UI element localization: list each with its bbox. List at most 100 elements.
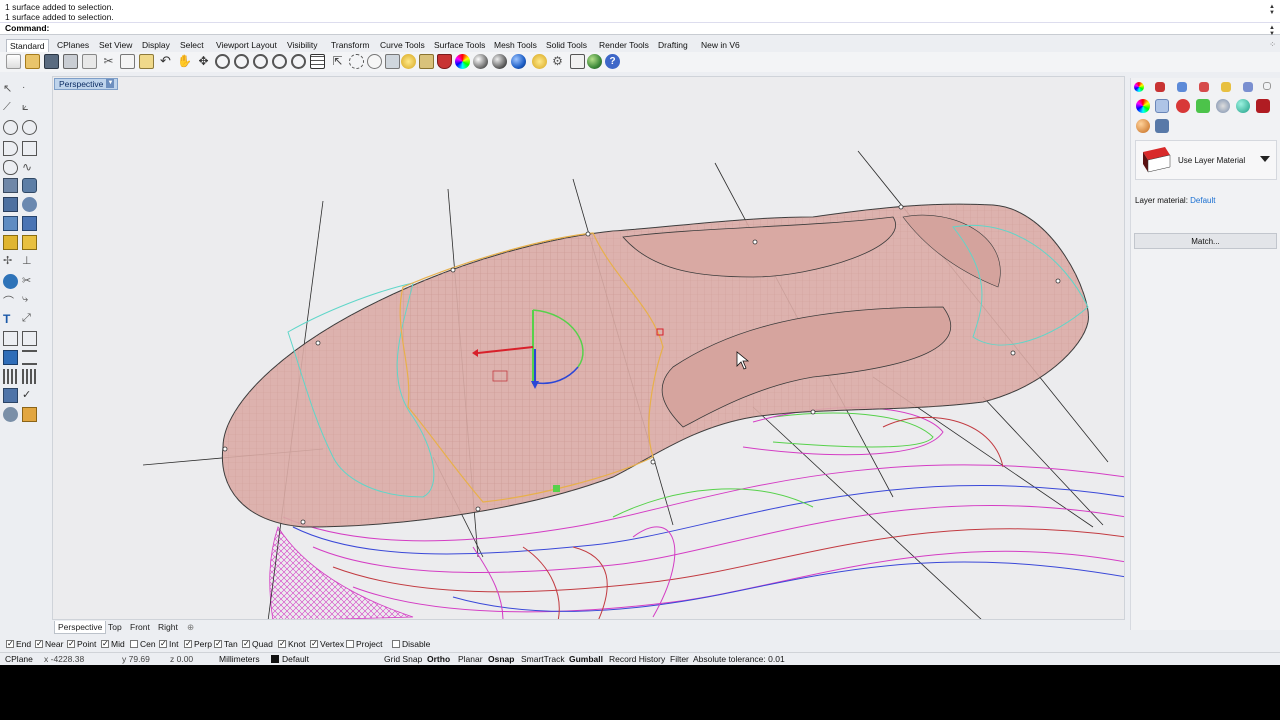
display-mode-icon[interactable] (3, 350, 18, 365)
osnap-tan[interactable]: Tan (214, 638, 238, 651)
tab-surface-tools[interactable]: Surface Tools (431, 39, 488, 52)
boolean-icon[interactable] (3, 235, 18, 250)
rotate-icon[interactable] (291, 54, 306, 69)
tab-drafting[interactable]: Drafting (655, 39, 691, 52)
tab-transform[interactable]: Transform (328, 39, 372, 52)
tab-set-view[interactable]: Set View (96, 39, 135, 52)
dimension-icon[interactable]: ⤢ (22, 312, 37, 327)
checkbox-icon[interactable] (310, 638, 318, 650)
box-icon[interactable] (3, 197, 18, 212)
undo-icon[interactable]: ↶ (158, 54, 173, 69)
checkbox-icon[interactable] (346, 640, 354, 648)
print-icon[interactable] (63, 54, 78, 69)
layer-material-link[interactable]: Default (1190, 196, 1215, 205)
tab-new-in-v6[interactable]: New in V6 (698, 39, 743, 52)
planar-toggle[interactable]: Planar (458, 654, 483, 665)
tab-curve-tools[interactable]: Curve Tools (377, 39, 428, 52)
render-tool-icon[interactable] (3, 407, 18, 422)
chevron-down-icon[interactable] (1260, 156, 1270, 162)
line-icon[interactable]: ⟋ (3, 101, 18, 116)
osnap-project[interactable]: Project (346, 638, 382, 651)
osnap-point[interactable]: Point (67, 638, 96, 651)
settings-icon[interactable]: ⚙ (550, 54, 565, 69)
perspective-viewport[interactable]: Perspective ▼ (52, 76, 1125, 620)
texture-icon[interactable] (1196, 99, 1210, 113)
grid-array-icon[interactable] (22, 369, 37, 384)
match-button[interactable]: Match... (1134, 233, 1277, 249)
checkbox-icon[interactable] (130, 640, 138, 648)
vp-tab-perspective[interactable]: Perspective (54, 621, 107, 634)
paste-icon[interactable] (139, 54, 154, 69)
tab-select[interactable]: Select (177, 39, 207, 52)
osnap-quad[interactable]: Quad (242, 638, 273, 651)
sun-icon[interactable] (1136, 119, 1150, 133)
globe-icon[interactable] (587, 54, 602, 69)
import-icon[interactable] (82, 54, 97, 69)
paint-bucket-icon[interactable] (22, 407, 37, 422)
polygon-icon[interactable] (3, 160, 18, 175)
text-icon[interactable]: T (3, 312, 18, 327)
point-icon[interactable]: · (22, 82, 37, 97)
viewport-title[interactable]: Perspective ▼ (54, 78, 119, 90)
panel-grip-icon[interactable] (1263, 82, 1271, 90)
zoom-dynamic-icon[interactable] (215, 54, 230, 69)
checkbox-icon[interactable] (159, 638, 167, 650)
checkbox-icon[interactable] (392, 640, 400, 648)
arc-icon[interactable] (3, 141, 18, 156)
analyze-icon[interactable] (3, 274, 18, 289)
layer-icon[interactable] (22, 350, 37, 365)
add-viewport-icon[interactable]: ⊕ (184, 621, 197, 634)
checkbox-icon[interactable] (242, 638, 250, 650)
checkbox-icon[interactable] (6, 638, 14, 650)
block-icon[interactable] (22, 331, 37, 346)
solid-icon[interactable] (22, 216, 37, 231)
osnap-end[interactable]: End (6, 638, 31, 651)
surface-icon[interactable] (3, 178, 18, 193)
material-selector[interactable]: Use Layer Material (1135, 140, 1277, 180)
osnap-toggle[interactable]: Osnap (488, 654, 514, 665)
history-scrollbar[interactable]: ▲ ▼ (1268, 4, 1276, 16)
copy-icon[interactable] (120, 54, 135, 69)
folder-icon[interactable] (1221, 82, 1231, 92)
camera-icon[interactable] (1155, 119, 1169, 133)
display-icon[interactable] (1243, 82, 1253, 92)
shield-icon[interactable] (1155, 82, 1165, 92)
color-wheel-icon[interactable] (1136, 99, 1150, 113)
zoom-selected-icon[interactable] (272, 54, 287, 69)
osnap-mid[interactable]: Mid (101, 638, 125, 651)
open-icon[interactable] (25, 54, 40, 69)
filter-toggle[interactable]: Filter (670, 654, 689, 665)
project-icon[interactable]: ⊥ (22, 254, 37, 269)
render-icon[interactable] (511, 54, 526, 69)
checkbox-icon[interactable] (214, 638, 222, 650)
surface-edit-icon[interactable] (22, 178, 37, 193)
new-icon[interactable] (6, 54, 21, 69)
tab-cplanes[interactable]: CPlanes (54, 39, 92, 52)
environment-icon[interactable] (1236, 99, 1250, 113)
checkbox-icon[interactable] (35, 638, 43, 650)
array-icon[interactable] (3, 369, 18, 384)
circle-tool-icon[interactable] (3, 120, 18, 135)
gumball-icon[interactable] (570, 54, 585, 69)
brush-icon[interactable] (1155, 99, 1169, 113)
help-icon[interactable]: ? (605, 54, 620, 69)
vp-tab-right[interactable]: Right (155, 621, 181, 634)
osnap-cen[interactable]: Cen (130, 638, 156, 651)
bulb-icon[interactable] (532, 54, 547, 69)
circle-icon[interactable] (367, 54, 382, 69)
zoom-extents-icon[interactable] (253, 54, 268, 69)
sphere-tool-icon[interactable] (22, 197, 37, 212)
points-on-icon[interactable] (349, 54, 364, 69)
checkbox-icon[interactable] (101, 638, 109, 650)
color-wheel-icon[interactable] (1134, 82, 1144, 92)
ortho-toggle[interactable]: Ortho (427, 654, 450, 665)
sphere-shade-icon[interactable] (473, 54, 488, 69)
save-icon[interactable] (44, 54, 59, 69)
tab-standard[interactable]: Standard (6, 39, 49, 52)
tab-display[interactable]: Display (139, 39, 173, 52)
object-props-icon[interactable] (437, 54, 452, 69)
osnap-int[interactable]: Int (159, 638, 178, 651)
checkmark-icon[interactable]: ✓ (22, 388, 37, 403)
tab-solid-tools[interactable]: Solid Tools (543, 39, 590, 52)
smarttrack-toggle[interactable]: SmartTrack (521, 654, 565, 665)
